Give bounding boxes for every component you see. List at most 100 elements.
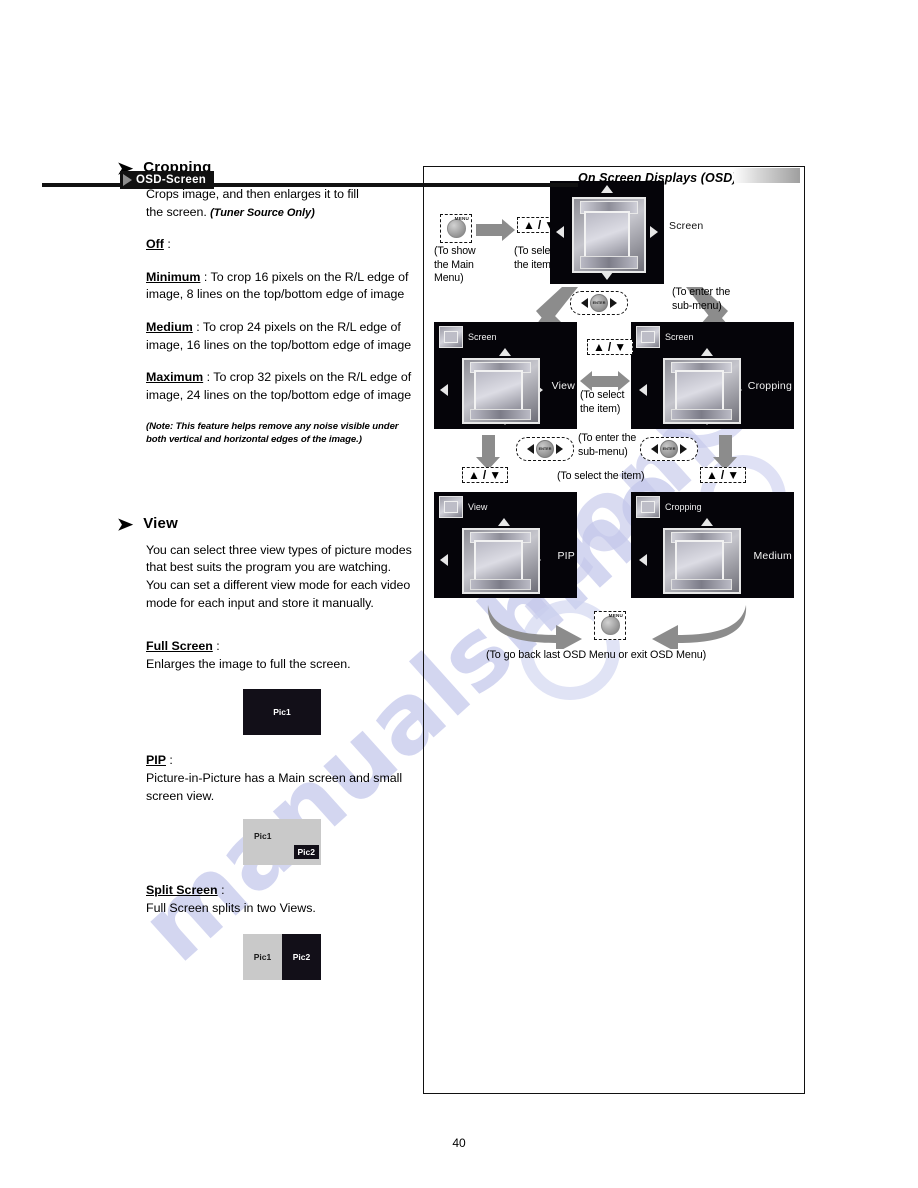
breadcrumb-label: View bbox=[468, 502, 488, 512]
option-sep: : bbox=[192, 320, 200, 335]
breadcrumb-cropping: Cropping bbox=[636, 496, 702, 518]
content-column: ➤ Cropping Crops image, and then enlarge… bbox=[116, 160, 418, 980]
left-triangle-icon bbox=[581, 298, 588, 308]
navigation-diagram-panel: MENU ▲ / ▼ (To show the Main Menu) (To s… bbox=[423, 166, 805, 1094]
cropping-note: (Note: This feature helps remove any noi… bbox=[146, 421, 399, 446]
cropping-intro-line1: Crops image, and then enlarges it to fil… bbox=[146, 187, 359, 201]
cropping-intro-note: (Tuner Source Only) bbox=[210, 206, 315, 219]
enter-button-icon[interactable]: ENTER bbox=[516, 437, 574, 461]
up-triangle-icon: ▲ bbox=[706, 468, 719, 482]
breadcrumb-label: Cropping bbox=[665, 502, 702, 512]
left-arrow-icon bbox=[639, 554, 647, 566]
up-triangle-icon: ▲ bbox=[523, 218, 536, 232]
option-sep: : bbox=[163, 237, 171, 252]
breadcrumb-label: Screen bbox=[468, 332, 497, 342]
left-triangle-icon bbox=[527, 444, 534, 454]
cropping-option-medium: Medium : To crop 24 pixels on the R/L ed… bbox=[146, 319, 418, 354]
enter-button-icon[interactable]: ENTER bbox=[570, 291, 628, 315]
sample-split-screen: Pic1 Pic2 bbox=[146, 933, 418, 980]
down-triangle-icon: ▼ bbox=[727, 468, 741, 482]
caption-line: the item) bbox=[580, 402, 621, 415]
option-term: Off bbox=[146, 237, 164, 252]
arrow-bullet-icon: ➤ bbox=[116, 514, 134, 534]
left-triangle-icon bbox=[651, 444, 658, 454]
osd-menu-cube bbox=[663, 528, 741, 594]
screen-preview-split: Pic1 Pic2 bbox=[243, 933, 321, 980]
down-triangle-icon: ▼ bbox=[614, 340, 628, 354]
view-mode-desc: Full Screen splits in two Views. bbox=[146, 900, 316, 915]
slash-separator: / bbox=[607, 340, 613, 354]
section-title: View bbox=[143, 514, 178, 532]
preview-label-pic2: Pic2 bbox=[293, 845, 319, 860]
left-arrow-icon bbox=[440, 554, 448, 566]
preview-label-pic2: Pic2 bbox=[282, 933, 321, 980]
view-mode-pip: PIP : Picture-in-Picture has a Main scre… bbox=[146, 752, 418, 805]
preview-label-pic1: Pic1 bbox=[254, 831, 272, 842]
header-gradient-bar bbox=[734, 168, 800, 183]
caption-enter-submenu-2: (To enter the sub-menu) bbox=[578, 432, 636, 459]
osd-value-cropping: Cropping bbox=[747, 380, 792, 392]
down-triangle-icon: ▼ bbox=[489, 468, 503, 482]
menu-knob bbox=[600, 616, 620, 635]
osd-menu-cube bbox=[462, 358, 540, 424]
option-term: Medium bbox=[146, 320, 193, 335]
caption-go-back: (To go back last OSD Menu or exit OSD Me… bbox=[486, 649, 707, 661]
menu-button-icon[interactable]: MENU bbox=[440, 214, 472, 243]
up-arrow-icon bbox=[601, 185, 613, 193]
view-mode-desc: Enlarges the image to full the screen. bbox=[146, 656, 351, 671]
view-mode-desc: Picture-in-Picture has a Main screen and… bbox=[146, 771, 403, 803]
view-mode-term: PIP bbox=[146, 753, 166, 768]
slash-separator: / bbox=[537, 218, 543, 232]
osd-screenshot-pip: View PIP bbox=[434, 492, 577, 598]
double-arrow-icon bbox=[580, 371, 630, 391]
up-arrow-icon bbox=[498, 518, 510, 526]
osd-screenshot-main bbox=[550, 181, 664, 284]
view-mode-term: Full Screen bbox=[146, 639, 213, 654]
up-triangle-icon: ▲ bbox=[593, 340, 606, 354]
enter-button-icon[interactable]: ENTER bbox=[640, 437, 698, 461]
menu-thumb-icon bbox=[439, 496, 463, 518]
view-mode-split-screen: Split Screen : Full Screen splits in two… bbox=[146, 882, 418, 917]
breadcrumb-label: Screen bbox=[665, 332, 694, 342]
menu-key-label: MENU bbox=[608, 613, 623, 618]
header-chapter-title: On Screen Displays (OSD) bbox=[578, 171, 737, 185]
header-tab-label: OSD-Screen bbox=[136, 174, 207, 186]
osd-menu-cube bbox=[663, 358, 741, 424]
caption-line: (To enter the bbox=[578, 432, 637, 444]
view-paragraph: You can select three view types of pictu… bbox=[146, 542, 412, 610]
osd-menu-cube bbox=[462, 528, 540, 594]
updown-key-icon[interactable]: ▲ / ▼ bbox=[462, 467, 509, 483]
left-arrow-icon bbox=[639, 384, 647, 396]
option-sep: : bbox=[203, 370, 211, 385]
screen-preview-full: Pic1 bbox=[243, 689, 321, 736]
preview-label-pic1: Pic1 bbox=[273, 707, 291, 718]
cropping-option-minimum: Minimum : To crop 16 pixels on the R/L e… bbox=[146, 269, 418, 304]
option-term: Minimum bbox=[146, 269, 201, 284]
updown-key-icon[interactable]: ▲ / ▼ bbox=[700, 467, 747, 483]
caption-line: sub-menu) bbox=[672, 299, 722, 312]
section-heading-view: ➤ View bbox=[116, 514, 418, 534]
caption-line: (To show bbox=[434, 245, 476, 257]
updown-key-icon[interactable]: ▲ / ▼ bbox=[587, 339, 634, 355]
preview-label-pic1: Pic1 bbox=[243, 933, 282, 980]
option-term: Maximum bbox=[146, 370, 204, 385]
menu-button-icon[interactable]: MENU bbox=[594, 611, 626, 640]
sample-full-screen: Pic1 bbox=[146, 689, 418, 736]
caption-line: sub-menu) bbox=[578, 445, 628, 458]
up-arrow-icon bbox=[499, 348, 511, 356]
caption-show-main-menu: (To show the Main Menu) bbox=[434, 245, 476, 286]
enter-key-label: ENTER bbox=[590, 294, 608, 312]
osd-value-pip: PIP bbox=[557, 550, 575, 562]
enter-key-label: ENTER bbox=[536, 440, 554, 458]
page-number: 40 bbox=[452, 1136, 466, 1150]
breadcrumb-screen: Screen bbox=[636, 326, 694, 348]
menu-thumb-icon bbox=[636, 326, 660, 348]
caption-select-item-2: (To select the item) bbox=[580, 389, 624, 416]
view-mode-full-screen: Full Screen : Enlarges the image to full… bbox=[146, 638, 418, 673]
page-header: OSD-Screen On Screen Displays (OSD) bbox=[0, 80, 918, 189]
cropping-option-maximum: Maximum : To crop 32 pixels on the R/L e… bbox=[146, 369, 418, 404]
down-arrow-icon bbox=[601, 272, 613, 280]
cropping-intro-line2: the screen. bbox=[146, 204, 207, 219]
osd-value-main: Screen bbox=[669, 220, 704, 232]
slash-separator: / bbox=[482, 468, 488, 482]
